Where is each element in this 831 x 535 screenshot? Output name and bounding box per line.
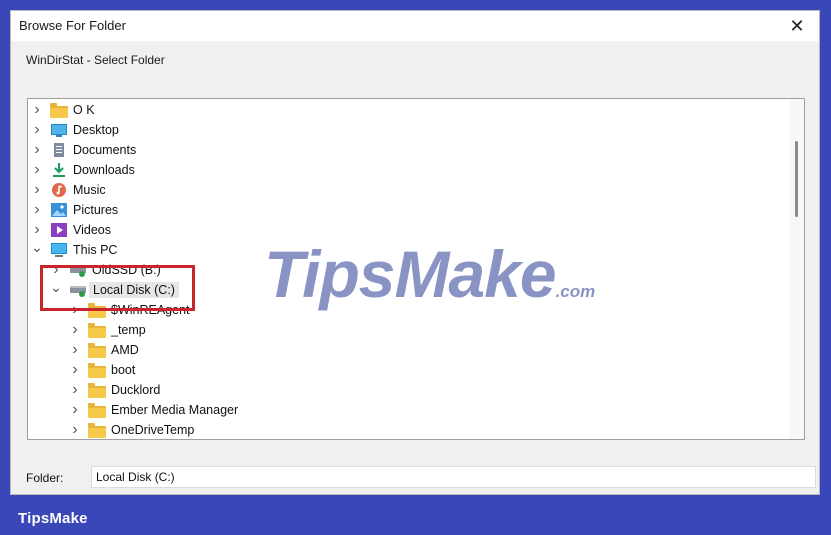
- vertical-scrollbar[interactable]: [790, 99, 804, 439]
- highlight-annotation: [40, 265, 195, 311]
- this-pc-icon: [50, 242, 68, 258]
- tree-item[interactable]: › Music: [30, 180, 106, 200]
- pictures-icon: [50, 202, 68, 218]
- tree-item-label: Desktop: [73, 123, 119, 137]
- desktop-icon: [50, 122, 68, 138]
- documents-icon: [50, 142, 68, 158]
- folder-icon: [88, 382, 106, 398]
- close-button[interactable]: ✕: [775, 11, 819, 41]
- folder-icon: [88, 402, 106, 418]
- tree-item-label: Documents: [73, 143, 137, 157]
- chevron-right-icon[interactable]: ›: [30, 200, 44, 220]
- tree-item-label: _temp: [111, 323, 146, 337]
- tree-item[interactable]: › Ducklord: [68, 380, 160, 400]
- tree-item[interactable]: › _temp: [68, 320, 146, 340]
- folder-icon: [88, 322, 106, 338]
- chevron-down-icon[interactable]: ⌄: [30, 237, 44, 257]
- tree-item[interactable]: › Downloads: [30, 160, 135, 180]
- folder-icon: [88, 422, 106, 438]
- tree-item-label: Ember Media Manager: [111, 403, 239, 417]
- footer-bar: [0, 497, 831, 535]
- tree-item-label: boot: [111, 363, 136, 377]
- dialog-title: Browse For Folder: [19, 18, 126, 33]
- videos-icon: [50, 222, 68, 238]
- tree-item[interactable]: › OneDriveTemp: [68, 420, 195, 439]
- tree-item[interactable]: › Pictures: [30, 200, 118, 220]
- tree-item-label: Ducklord: [111, 383, 161, 397]
- browse-folder-dialog: Browse For Folder ✕ WinDirStat - Select …: [10, 10, 820, 495]
- tree-item-label: This PC: [73, 243, 118, 257]
- chevron-right-icon[interactable]: ›: [30, 140, 44, 160]
- chevron-right-icon[interactable]: ›: [30, 120, 44, 140]
- tree-item-label: O K: [73, 103, 95, 117]
- footer-brand: TipsMake: [18, 510, 88, 527]
- tree-item-label: Downloads: [73, 163, 135, 177]
- folder-icon: [88, 362, 106, 378]
- tree-item[interactable]: › boot: [68, 360, 135, 380]
- tree-item[interactable]: › Desktop: [30, 120, 119, 140]
- tree-item[interactable]: › O K: [30, 100, 95, 120]
- tree-item-label: Music: [73, 183, 106, 197]
- chevron-right-icon[interactable]: ›: [68, 400, 82, 420]
- chevron-right-icon[interactable]: ›: [68, 380, 82, 400]
- chevron-right-icon[interactable]: ›: [68, 340, 82, 360]
- chevron-right-icon[interactable]: ›: [68, 420, 82, 439]
- chevron-right-icon[interactable]: ›: [68, 320, 82, 340]
- title-bar: Browse For Folder ✕: [11, 11, 819, 41]
- tree-item-label: AMD: [111, 343, 139, 357]
- tree-item[interactable]: ⌄ This PC: [30, 237, 118, 260]
- chevron-right-icon[interactable]: ›: [68, 360, 82, 380]
- tree-item-label: Videos: [73, 223, 111, 237]
- close-icon: ✕: [789, 15, 805, 36]
- scrollbar-thumb[interactable]: [795, 141, 798, 217]
- folder-input[interactable]: [91, 466, 816, 488]
- tree-item-label: Pictures: [73, 203, 119, 217]
- folder-icon: [50, 102, 68, 118]
- dialog-subtitle: WinDirStat - Select Folder: [26, 53, 165, 67]
- chevron-right-icon[interactable]: ›: [30, 160, 44, 180]
- folder-icon: [88, 342, 106, 358]
- chevron-right-icon[interactable]: ›: [30, 180, 44, 200]
- music-icon: [50, 182, 68, 198]
- tree-item-label: OneDriveTemp: [111, 423, 195, 437]
- folder-label: Folder:: [26, 471, 64, 485]
- tree-item[interactable]: › AMD: [68, 340, 139, 360]
- tree-item[interactable]: › Documents: [30, 140, 136, 160]
- chevron-right-icon[interactable]: ›: [30, 100, 44, 120]
- downloads-icon: [50, 162, 68, 178]
- tree-item[interactable]: › Ember Media Manager: [68, 400, 238, 420]
